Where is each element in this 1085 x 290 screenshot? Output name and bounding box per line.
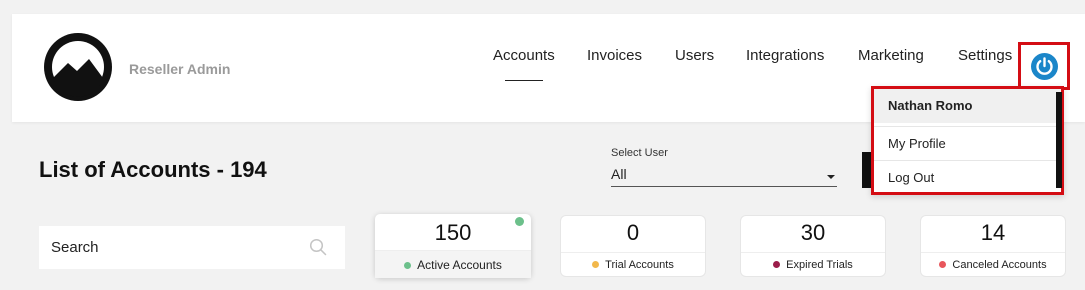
status-dot — [404, 262, 412, 269]
power-button-highlight — [1018, 42, 1070, 90]
nav-integrations[interactable]: Integrations — [746, 47, 824, 64]
status-dot — [939, 261, 947, 268]
select-user-label: Select User — [611, 147, 668, 159]
menu-item-my-profile[interactable]: My Profile — [874, 126, 1061, 160]
stat-card-active-accounts[interactable]: 150 Active Accounts — [375, 214, 531, 278]
dropdown-user-name: Nathan Romo — [874, 89, 1061, 123]
stat-value: 0 — [626, 220, 640, 245]
stat-label: Trial Accounts — [605, 259, 674, 271]
stat-card-canceled-accounts[interactable]: 14 Canceled Accounts — [921, 216, 1065, 276]
nav-accounts[interactable]: Accounts — [493, 47, 555, 81]
search-input[interactable] — [51, 226, 301, 269]
stat-label: Active Accounts — [417, 258, 502, 272]
user-dropdown-menu: Nathan Romo My Profile Log Out — [871, 86, 1064, 195]
status-dot — [592, 261, 600, 268]
caret-down-icon — [827, 175, 835, 179]
select-user-dropdown[interactable]: All — [611, 163, 837, 187]
page-title: List of Accounts - 194 — [39, 157, 267, 182]
power-icon — [1036, 57, 1053, 75]
stat-footer: Trial Accounts — [561, 252, 705, 276]
search-icon[interactable] — [309, 238, 327, 256]
stat-footer: Expired Trials — [741, 252, 885, 276]
stat-card-trial-accounts[interactable]: 0 Trial Accounts — [561, 216, 705, 276]
select-user-value: All — [611, 166, 627, 182]
stat-value: 150 — [434, 220, 472, 245]
stat-footer: Active Accounts — [375, 250, 531, 278]
stat-label: Expired Trials — [786, 259, 853, 271]
nav-settings[interactable]: Settings — [958, 47, 1012, 64]
nav-marketing[interactable]: Marketing — [858, 47, 924, 64]
stat-label: Canceled Accounts — [952, 259, 1047, 271]
search-box[interactable] — [39, 226, 345, 269]
stat-footer: Canceled Accounts — [921, 252, 1065, 276]
brand-name: Reseller Admin — [129, 61, 231, 77]
menu-item-log-out[interactable]: Log Out — [874, 160, 1061, 194]
hidden-button-edge — [1056, 92, 1062, 188]
status-dot — [773, 261, 781, 268]
nav-invoices[interactable]: Invoices — [587, 47, 642, 64]
power-button[interactable] — [1031, 53, 1058, 80]
brand-logo-icon[interactable] — [44, 33, 112, 101]
stat-card-expired-trials[interactable]: 30 Expired Trials — [741, 216, 885, 276]
stat-value: 14 — [980, 220, 1006, 245]
stat-value: 30 — [800, 220, 826, 245]
nav-users[interactable]: Users — [675, 47, 714, 64]
